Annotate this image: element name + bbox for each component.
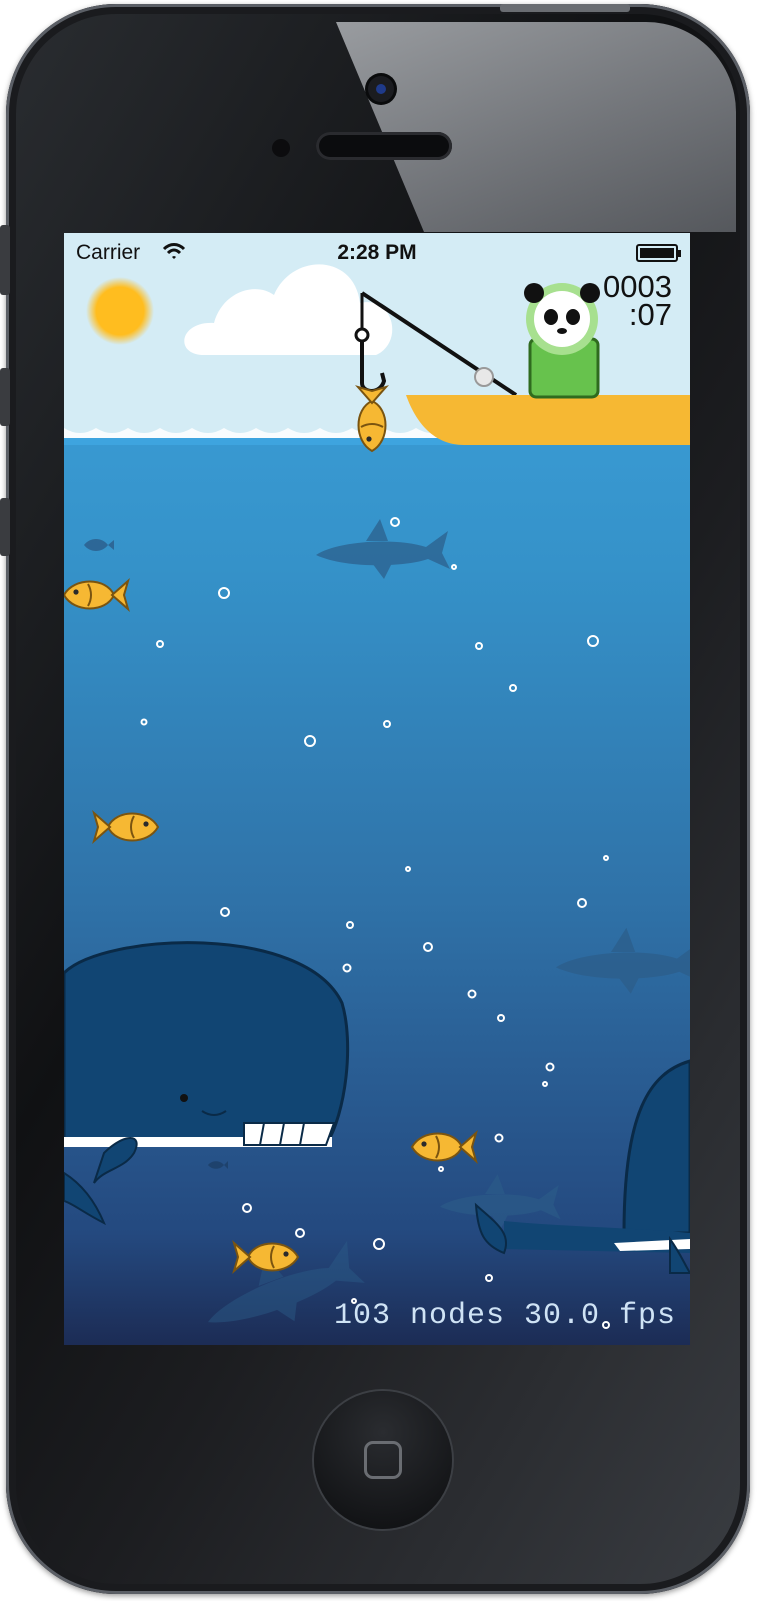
volume-down-button	[0, 498, 10, 556]
shark-shadow	[316, 519, 450, 579]
battery-icon	[636, 244, 681, 262]
sun	[86, 277, 154, 345]
goldfish	[64, 580, 129, 610]
whale	[64, 941, 350, 1226]
whale	[474, 1059, 690, 1274]
goldfish	[233, 1242, 299, 1272]
status-time: 2:28 PM	[337, 241, 417, 264]
status-bar: Carrier 2:28 PM	[64, 233, 690, 273]
home-square-icon	[364, 1441, 402, 1479]
shark-shadow	[556, 927, 690, 994]
proximity-sensor	[272, 139, 290, 157]
goldfish	[411, 1132, 477, 1162]
shark-shadow	[440, 1174, 561, 1229]
volume-up-button	[0, 368, 10, 426]
goldfish	[93, 812, 159, 842]
glass-reflection	[336, 22, 736, 232]
game-scene	[64, 264, 690, 1345]
sleep-button	[500, 4, 630, 12]
game-screen[interactable]: Carrier 2:28 PM 0003 :07 103 nodes 30.0 …	[64, 233, 690, 1345]
hooked-fish	[357, 386, 387, 452]
home-button[interactable]	[314, 1391, 452, 1529]
score-panel: 0003 :07	[603, 271, 672, 332]
debug-stats: 103 nodes 30.0 fps	[334, 1299, 677, 1333]
earpiece-speaker	[316, 132, 452, 160]
front-camera-icon	[368, 76, 394, 102]
time-remaining: :07	[628, 297, 672, 332]
boat	[406, 395, 690, 445]
mute-switch	[0, 225, 10, 295]
panda-fisherman	[524, 283, 600, 399]
